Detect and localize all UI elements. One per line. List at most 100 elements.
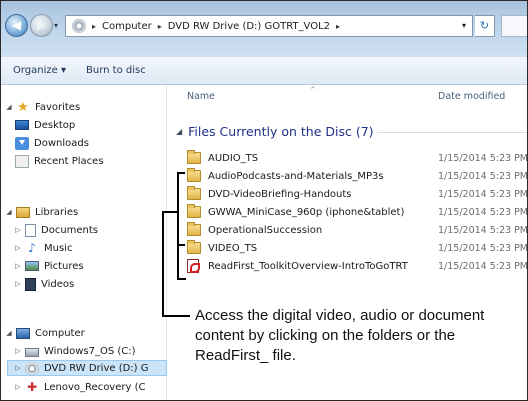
refresh-icon: ↻ [479,19,490,32]
disc-drive-icon [72,19,86,33]
file-row[interactable]: ReadFirst_ToolkitOverview-IntroToGoTRT 1… [187,258,528,274]
file-name: GWWA_MiniCase_960p (iphone&tablet) [208,206,405,218]
file-row[interactable]: AudioPodcasts-and-Materials_MP3s 1/15/20… [187,168,528,184]
burn-to-disc-button[interactable]: Burn to disc [86,65,146,76]
expand-icon[interactable]: ▷ [14,262,22,270]
back-arrow-icon: ◀ [11,18,22,32]
file-name: VIDEO_TS [208,242,258,254]
pdf-file-icon [187,259,200,273]
breadcrumb-separator-icon[interactable]: ▸ [158,22,162,31]
file-date: 1/15/2014 5:23 PM [438,170,528,182]
file-date: 1/15/2014 5:23 PM [438,152,528,164]
annotation-connector [162,211,178,213]
expand-icon[interactable]: ▷ [14,226,22,234]
sidebar-item-lenovo-recovery[interactable]: ▷ ✚ Lenovo_Recovery (C [14,379,145,395]
sidebar-label: Windows7_OS (C:) [44,345,136,357]
music-icon: ♪ [28,240,36,255]
expand-icon[interactable]: ▷ [14,244,22,252]
annotation-bracket [177,172,179,280]
annotation-callout-text: Access the digital video, audio or docum… [195,307,485,364]
recent-places-icon [15,154,29,168]
folder-icon [187,204,201,218]
expand-icon[interactable]: ▷ [14,383,22,391]
computer-icon [16,327,30,339]
sidebar-label: Pictures [44,260,84,272]
back-button[interactable]: ◀ [5,14,28,37]
refresh-button[interactable]: ↻ [475,15,495,37]
file-name: ReadFirst_ToolkitOverview-IntroToGoTRT [208,260,408,272]
sidebar-label: Lenovo_Recovery (C [44,381,146,393]
forward-button[interactable]: ▶ [30,14,53,37]
annotation-bracket-tick [177,278,186,280]
file-row[interactable]: AUDIO_TS 1/15/2014 5:23 PM [187,150,528,166]
annotation-connector [162,211,164,317]
file-row[interactable]: GWWA_MiniCase_960p (iphone&tablet) 1/15/… [187,204,528,220]
sidebar-item-videos[interactable]: ▷ Videos [14,276,74,292]
expand-icon[interactable]: ▷ [14,347,22,355]
sidebar-item-documents[interactable]: ▷ Documents [14,222,98,238]
group-header[interactable]: ◢ Files Currently on the Disc (7) [176,123,374,139]
search-input[interactable] [501,15,527,37]
folder-icon [187,222,201,236]
file-row[interactable]: OperationalSuccession 1/15/2014 5:23 PM [187,222,528,238]
sidebar-label: Videos [41,278,75,290]
folder-icon [187,168,201,182]
dvd-drive-icon [25,361,39,375]
file-date: 1/15/2014 5:23 PM [438,260,528,272]
file-date: 1/15/2014 5:23 PM [438,206,528,218]
navigation-pane: ◢ ★ Favorites Desktop Downloads Recent P… [1,86,167,400]
column-header-date-modified[interactable]: Date modified [438,86,505,108]
collapse-icon[interactable]: ◢ [5,103,13,111]
expand-icon[interactable]: ▷ [14,364,22,372]
sidebar-label: Documents [41,224,99,236]
sidebar-label: Downloads [34,137,89,149]
sidebar-computer[interactable]: ◢ Computer [5,325,85,341]
collapse-icon[interactable]: ◢ [5,329,13,337]
explorer-window: ◀ ▶ ▾ ▸ Computer ▸ DVD RW Drive (D:) GOT… [0,0,528,401]
group-collapse-icon[interactable]: ◢ [176,127,182,136]
organize-button[interactable]: Organize ▾ [13,65,66,76]
sidebar-favorites[interactable]: ◢ ★ Favorites [5,99,80,115]
recovery-drive-icon: ✚ [26,379,38,394]
sidebar-label: Libraries [35,206,79,218]
desktop-icon [15,120,29,130]
file-row[interactable]: DVD-VideoBriefing-Handouts 1/15/2014 5:2… [187,186,528,202]
file-row[interactable]: VIDEO_TS 1/15/2014 5:23 PM [187,240,527,256]
breadcrumb-dvd-drive[interactable]: DVD RW Drive (D:) GOTRT_VOL2 [168,21,330,32]
file-name: AudioPodcasts-and-Materials_MP3s [208,170,384,182]
column-header-name[interactable]: Name [187,86,215,108]
file-date: 1/15/2014 5:23 PM [438,188,528,200]
sidebar-item-music[interactable]: ▷ ♪ Music [14,240,72,256]
sidebar-item-pictures[interactable]: ▷ Pictures [14,258,84,274]
sidebar-item-windows7-os[interactable]: ▷ Windows7_OS (C:) [14,343,136,359]
address-history-dropdown-icon[interactable]: ▾ [462,21,466,30]
expand-icon[interactable]: ▷ [14,280,22,288]
file-date: 1/15/2014 5:23 PM [438,224,528,236]
sidebar-item-dvd-drive[interactable]: ▷ DVD RW Drive (D:) G [7,360,167,376]
folder-icon [187,150,201,164]
sidebar-item-desktop[interactable]: Desktop [15,117,75,133]
videos-icon [25,277,36,291]
group-title: Files Currently on the Disc (7) [188,123,374,139]
breadcrumb-separator-icon[interactable]: ▸ [336,22,340,31]
sidebar-label: Music [44,242,73,254]
star-icon: ★ [17,99,29,115]
command-toolbar: Organize ▾ Burn to disc [1,57,527,85]
folder-icon [187,186,201,200]
sidebar-label: DVD RW Drive (D:) G [44,362,149,374]
group-divider [377,132,527,133]
recent-pages-dropdown-icon[interactable]: ▾ [54,21,58,30]
collapse-icon[interactable]: ◢ [5,208,13,216]
breadcrumb-separator-icon[interactable]: ▸ [92,22,96,31]
sidebar-label: Recent Places [34,155,104,167]
address-bar[interactable]: ▸ Computer ▸ DVD RW Drive (D:) GOTRT_VOL… [65,15,473,37]
annotation-connector [162,315,190,317]
annotation-bracket-tick [177,244,185,246]
sidebar-item-recent-places[interactable]: Recent Places [15,153,104,169]
breadcrumb-computer[interactable]: Computer [102,21,152,32]
libraries-icon [16,206,30,218]
file-name: AUDIO_TS [208,152,259,164]
sidebar-label: Desktop [34,119,76,131]
sidebar-item-downloads[interactable]: Downloads [15,135,89,151]
sidebar-libraries[interactable]: ◢ Libraries [5,204,78,220]
